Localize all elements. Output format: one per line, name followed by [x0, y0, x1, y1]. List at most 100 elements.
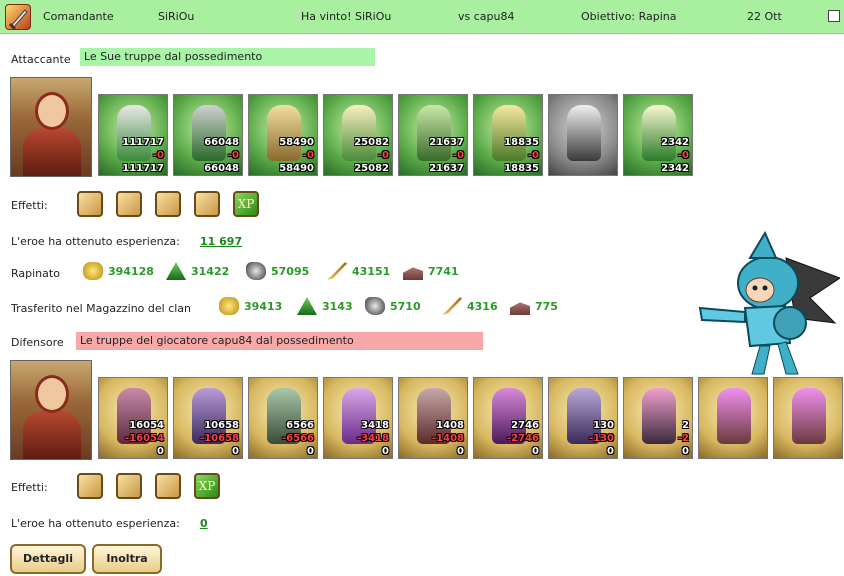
resource-value: 4316	[467, 300, 498, 313]
unit-count: 111717	[122, 137, 164, 148]
battle-result: Ha vinto! SiRiOu	[301, 10, 392, 23]
horn-effect-icon[interactable]	[116, 191, 142, 217]
unit-remaining: 0	[457, 446, 464, 457]
player-name: SiRiOu	[158, 10, 195, 23]
grain-wheat-icon	[442, 297, 462, 315]
ore-rocks-icon	[365, 297, 385, 315]
unit-figure	[717, 388, 751, 444]
wood-tree-icon	[297, 297, 317, 315]
resource-value: 39413	[244, 300, 283, 313]
attacker-effects-label: Effetti:	[11, 199, 48, 212]
forward-button[interactable]: Inoltra	[92, 544, 162, 574]
resource-value: 7741	[428, 265, 459, 278]
unit-figure	[117, 105, 151, 161]
crossbow-effect-icon[interactable]	[77, 191, 103, 217]
archer-unit-icon[interactable]: 21637 -0 21637	[398, 94, 468, 176]
opponent-name: vs capu84	[458, 10, 515, 23]
unit-loss: -3418	[357, 433, 389, 444]
unit-count: 2342	[661, 137, 689, 148]
unit-figure	[417, 105, 451, 161]
attacker-xp-label: L'eroe ha ottenuto esperienza:	[11, 235, 180, 248]
commander-label: Comandante	[43, 10, 114, 23]
unit-figure	[642, 388, 676, 444]
resource-value: 775	[535, 300, 558, 313]
report-date: 22 Ott	[747, 10, 782, 23]
scroll-effect-icon[interactable]	[155, 191, 181, 217]
unit-count: 18835	[504, 137, 539, 148]
unit-figure	[642, 105, 676, 161]
unit-remaining: 25082	[354, 163, 389, 174]
unit-remaining: 18835	[504, 163, 539, 174]
druid-unit-icon[interactable]: 2342 -0 2342	[623, 94, 693, 176]
unit-remaining: 58490	[279, 163, 314, 174]
unit-loss: -130	[588, 433, 614, 444]
unit-count: 3418	[361, 420, 389, 431]
unit-count: 1408	[436, 420, 464, 431]
defender-effects-label: Effetti:	[11, 481, 48, 494]
defender-xp-value[interactable]: 0	[200, 517, 208, 530]
ore-rocks-icon	[246, 262, 266, 280]
unit-count: 130	[593, 420, 614, 431]
defender-hero-portrait[interactable]	[10, 360, 92, 460]
defender-xp-label: L'eroe ha ottenuto esperienza:	[11, 517, 180, 530]
spearman-unit-icon[interactable]: 58490 -0 58490	[248, 94, 318, 176]
xp-effect-icon[interactable]: XP	[194, 473, 220, 499]
unit-count: 16054	[129, 420, 164, 431]
magic-orb-tower-icon[interactable]	[773, 377, 843, 459]
unit-figure	[192, 105, 226, 161]
unit-remaining: 0	[157, 446, 164, 457]
shield-effect-icon[interactable]	[194, 191, 220, 217]
unit-loss: -0	[227, 150, 239, 161]
green-swordsman-unit-icon[interactable]: 66048 -0 66048	[173, 94, 243, 176]
grey-monk-unit-icon[interactable]	[548, 94, 618, 176]
unit-loss: -0	[452, 150, 464, 161]
xp-effect-icon[interactable]: XP	[233, 191, 259, 217]
stone-bricks-icon	[403, 267, 423, 280]
unit-figure	[567, 105, 601, 161]
unit-figure	[792, 388, 826, 444]
ring-effect-icon[interactable]	[116, 473, 142, 499]
gold-coins-icon	[219, 297, 239, 315]
lizard-warrior-unit-icon[interactable]: 6566 -6566 0	[248, 377, 318, 459]
warlock-unit-icon[interactable]: 2746 -2746 0	[473, 377, 543, 459]
unit-loss: -1408	[432, 433, 464, 444]
winged-warrior-unit-icon[interactable]: 25082 -0 25082	[323, 94, 393, 176]
unit-loss: -0	[377, 150, 389, 161]
green-knight-unit-icon[interactable]: 111717 -0 111717	[98, 94, 168, 176]
clan-transfer-label: Trasferito nel Magazzino del clan	[11, 302, 192, 315]
unit-figure	[342, 105, 376, 161]
armored-knight-mascot-icon	[698, 230, 840, 375]
magic-orb-tower-icon[interactable]	[698, 377, 768, 459]
details-button[interactable]: Dettagli	[10, 544, 86, 574]
beast-rider-unit-icon[interactable]: 16054 -16054 0	[98, 377, 168, 459]
report-header: Comandante SiRiOu Ha vinto! SiRiOu vs ca…	[0, 0, 844, 34]
attacker-xp-value[interactable]: 11 697	[200, 235, 242, 248]
unit-loss: -16054	[125, 433, 164, 444]
spider-queen-unit-icon[interactable]: 2 -2 0	[623, 377, 693, 459]
unit-remaining: 0	[532, 446, 539, 457]
select-checkbox[interactable]	[828, 10, 840, 22]
elf-mage-unit-icon[interactable]: 18835 -0 18835	[473, 94, 543, 176]
unit-count: 25082	[354, 137, 389, 148]
unit-remaining: 111717	[122, 163, 164, 174]
objective: Obiettivo: Rapina	[581, 10, 677, 23]
defender-troops-bar: Le truppe del giocatore capu84 dal posse…	[76, 332, 483, 350]
resource-value: 394128	[108, 265, 154, 278]
unit-figure	[492, 105, 526, 161]
unit-count: 2	[682, 420, 689, 431]
armor-effect-icon[interactable]	[77, 473, 103, 499]
attacker-hero-portrait[interactable]	[10, 77, 92, 177]
attacker-label: Attaccante	[11, 53, 71, 66]
dark-rogue-unit-icon[interactable]: 130 -130 0	[548, 377, 618, 459]
winged-demon-unit-icon[interactable]: 3418 -3418 0	[323, 377, 393, 459]
unit-loss: -2	[677, 433, 689, 444]
potion-effect-icon[interactable]	[155, 473, 181, 499]
purple-assassin-unit-icon[interactable]: 10658 -10658 0	[173, 377, 243, 459]
dark-archer-unit-icon[interactable]: 1408 -1408 0	[398, 377, 468, 459]
unit-count: 2746	[511, 420, 539, 431]
unit-remaining: 2342	[661, 163, 689, 174]
unit-remaining: 0	[607, 446, 614, 457]
unit-count: 58490	[279, 137, 314, 148]
gold-coins-icon	[83, 262, 103, 280]
unit-remaining: 0	[307, 446, 314, 457]
